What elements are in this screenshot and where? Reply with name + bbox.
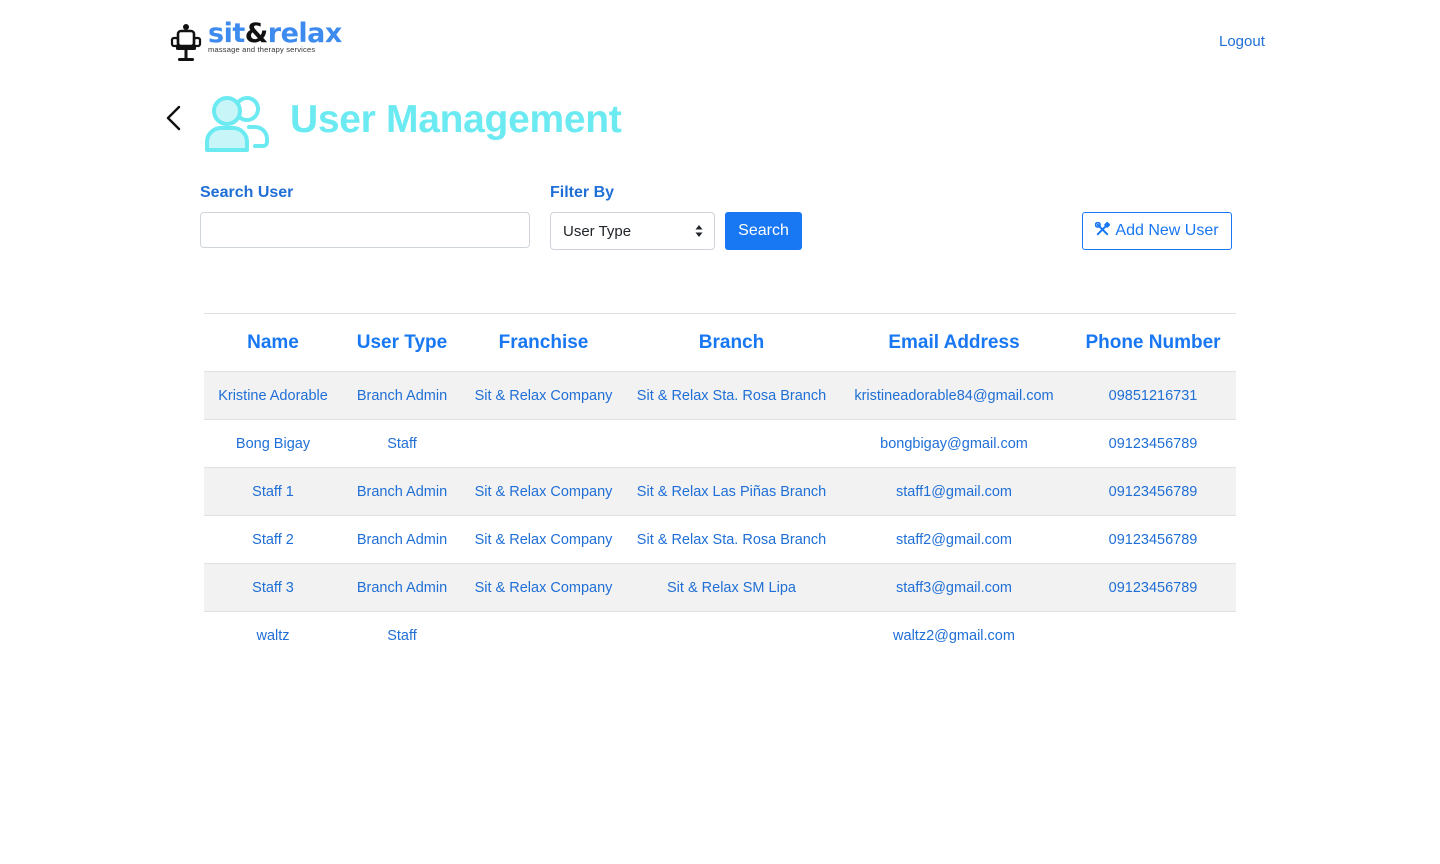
table-row[interactable]: Staff 2 Branch Admin Sit & Relax Company… [204,515,1236,564]
table-row[interactable]: Staff 1 Branch Admin Sit & Relax Company… [204,467,1236,516]
table-row[interactable]: Kristine Adorable Branch Admin Sit & Rel… [204,371,1236,420]
table-header-row: Name User Type Franchise Branch Email Ad… [204,313,1236,372]
search-button[interactable]: Search [725,212,802,250]
search-user-label: Search User [200,184,294,201]
table-row[interactable]: Staff 3 Branch Admin Sit & Relax Company… [204,563,1236,612]
cell-email: staff3@gmail.com [838,563,1070,612]
cell-user-type: Staff [342,419,462,468]
cell-branch [625,612,838,660]
cell-name: Kristine Adorable [204,371,342,420]
cell-phone [1070,612,1236,660]
cell-name: Bong Bigay [204,419,342,468]
cell-name: Staff 2 [204,515,342,564]
cell-phone: 09123456789 [1070,515,1236,564]
cell-email: staff2@gmail.com [838,515,1070,564]
cell-email: bongbigay@gmail.com [838,419,1070,468]
column-header-user-type[interactable]: User Type [342,313,462,372]
cell-name: waltz [256,627,290,644]
users-table: Name User Type Franchise Branch Email Ad… [204,313,1236,659]
massage-chair-icon [170,24,202,61]
logout-link[interactable]: Logout [1219,33,1265,50]
table-row[interactable]: Bong Bigay Staff bongbigay@gmail.com 091… [204,419,1236,468]
user-type-select[interactable]: User Type [550,212,715,250]
page-title: User Management [290,98,622,141]
search-input[interactable] [200,212,530,248]
cell-user-type: Branch Admin [342,563,462,612]
cell-phone: 09851216731 [1070,371,1236,420]
add-new-user-button[interactable]: Add New User [1082,212,1232,250]
cell-name: Staff 3 [204,563,342,612]
cell-phone: 09123456789 [1070,419,1236,468]
cell-email: kristineadorable84@gmail.com [838,371,1070,420]
sort-arrows-icon [695,225,703,237]
cell-franchise: Sit & Relax Company [462,515,625,564]
cell-branch: Sit & Relax Sta. Rosa Branch [625,515,838,564]
cell-franchise: Sit & Relax Company [462,371,625,420]
add-new-user-label: Add New User [1115,222,1219,239]
logo-wordmark: sit&relax [208,18,342,49]
cell-email: staff1@gmail.com [838,467,1070,516]
column-header-franchise[interactable]: Franchise [462,313,625,372]
column-header-email[interactable]: Email Address [838,313,1070,372]
cell-franchise [462,612,625,660]
cell-phone: 09123456789 [1070,467,1236,516]
cell-branch: Sit & Relax Sta. Rosa Branch [625,371,838,420]
cell-name: Staff 1 [204,467,342,516]
cell-user-type: Branch Admin [342,515,462,564]
column-header-phone[interactable]: Phone Number [1070,313,1236,372]
tools-icon [1095,221,1111,235]
cell-franchise [462,419,625,468]
table-row[interactable]: waltz Staff waltz2@gmail.com [204,612,1236,660]
user-type-select-value: User Type [563,222,632,240]
cell-branch [625,419,838,468]
users-icon [205,96,269,152]
logo[interactable]: sit&relax massage and therapy services [170,18,342,62]
cell-branch: Sit & Relax Las Piñas Branch [625,467,838,516]
filter-by-label: Filter By [550,184,615,201]
cell-branch: Sit & Relax SM Lipa [625,563,838,612]
chevron-left-icon[interactable] [160,102,188,134]
cell-email: waltz2@gmail.com [893,627,1015,644]
cell-user-type: Branch Admin [342,467,462,516]
column-header-branch[interactable]: Branch [625,313,838,372]
cell-user-type: Staff [387,627,417,644]
cell-franchise: Sit & Relax Company [462,563,625,612]
cell-phone: 09123456789 [1070,563,1236,612]
column-header-name[interactable]: Name [204,313,342,372]
cell-franchise: Sit & Relax Company [462,467,625,516]
cell-user-type: Branch Admin [342,371,462,420]
